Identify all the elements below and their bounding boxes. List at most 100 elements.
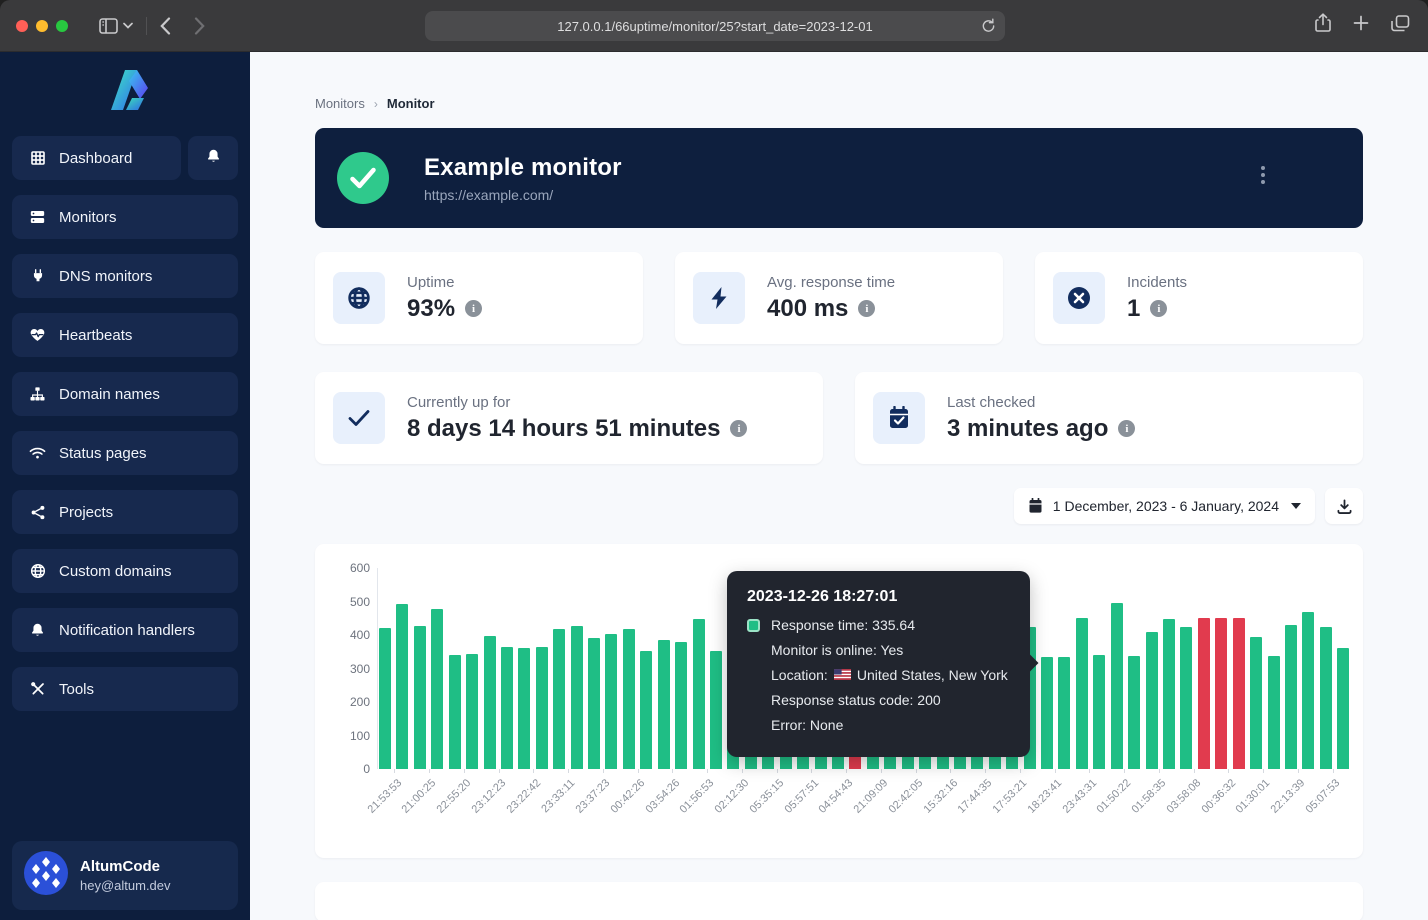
sidebar-item-domain-names[interactable]: Domain names	[12, 372, 238, 416]
bar-down[interactable]	[1233, 618, 1245, 769]
bar-up[interactable]	[1163, 619, 1175, 769]
sidebar-item-notification-handlers[interactable]: Notification handlers	[12, 608, 238, 652]
info-icon[interactable]: i	[1150, 300, 1167, 317]
sidebar-item-dashboard[interactable]: Dashboard	[12, 136, 181, 180]
info-icon[interactable]: i	[465, 300, 482, 317]
share-icon[interactable]	[1315, 13, 1331, 38]
status-up-icon	[337, 152, 389, 204]
bar-up[interactable]	[571, 626, 583, 769]
bar-down[interactable]	[1198, 618, 1210, 769]
response-time-chart: 0100200300400500600 21:53:5321:00:2522:5…	[315, 544, 1363, 858]
sidebar-item-tools[interactable]: Tools	[12, 667, 238, 711]
bar-up[interactable]	[484, 636, 496, 769]
download-button[interactable]	[1325, 488, 1363, 524]
new-tab-icon[interactable]	[1353, 15, 1369, 36]
address-bar[interactable]: 127.0.0.1/66uptime/monitor/25?start_date…	[425, 11, 1005, 41]
reload-icon[interactable]	[981, 18, 996, 37]
bar-up[interactable]	[431, 609, 443, 769]
user-card[interactable]: AltumCode hey@altum.dev	[12, 841, 238, 910]
bar-up[interactable]	[1337, 648, 1349, 769]
bell-icon	[206, 148, 221, 168]
back-icon[interactable]	[160, 17, 171, 35]
bar-down[interactable]	[1215, 618, 1227, 769]
last-checked-card: Last checked 3 minutes ago i	[855, 372, 1363, 464]
chart-tooltip: 2023-12-26 18:27:01 Response time: 335.6…	[727, 571, 1030, 757]
tooltip-online: Monitor is online: Yes	[771, 642, 903, 658]
bar-up[interactable]	[1111, 603, 1123, 769]
sidebar-item-projects[interactable]: Projects	[12, 490, 238, 534]
user-email: hey@altum.dev	[80, 878, 171, 893]
x-axis-tick: 05:07:53	[1316, 769, 1351, 839]
bar-up[interactable]	[536, 647, 548, 769]
calendar-check-icon	[873, 392, 925, 444]
zoom-window-button[interactable]	[56, 20, 68, 32]
bar-up[interactable]	[1180, 627, 1192, 769]
bar-up[interactable]	[553, 629, 565, 769]
bar-up[interactable]	[1128, 656, 1140, 769]
heart-pulse-icon	[29, 327, 46, 343]
tooltip-error: Error: None	[771, 717, 843, 733]
bar-up[interactable]	[414, 626, 426, 769]
bar-up[interactable]	[605, 634, 617, 769]
chevron-down-icon[interactable]	[123, 22, 133, 29]
sidebar-item-status-pages[interactable]: Status pages	[12, 431, 238, 475]
y-axis-tick: 400	[332, 628, 370, 642]
bar-up[interactable]	[640, 651, 652, 769]
info-icon[interactable]: i	[1118, 420, 1135, 437]
stat-value: 1	[1127, 295, 1140, 323]
bar-up[interactable]	[1076, 618, 1088, 769]
bar-up[interactable]	[693, 619, 705, 769]
brand-logo[interactable]	[101, 68, 149, 117]
download-icon	[1337, 499, 1352, 514]
breadcrumb-monitors-link[interactable]: Monitors	[315, 96, 365, 111]
bar-up[interactable]	[623, 629, 635, 769]
info-icon[interactable]: i	[858, 300, 875, 317]
bar-up[interactable]	[518, 648, 530, 769]
bar-up[interactable]	[1058, 657, 1070, 769]
sidebar-item-dns-monitors[interactable]: DNS monitors	[12, 254, 238, 298]
tooltip-response-time: Response time: 335.64	[771, 617, 915, 633]
bar-up[interactable]	[1320, 627, 1332, 769]
wifi-icon	[29, 446, 46, 460]
forward-icon[interactable]	[194, 17, 205, 35]
bar-up[interactable]	[1268, 656, 1280, 769]
bar-up[interactable]	[1093, 655, 1105, 769]
sidebar-toggle-icon[interactable]	[99, 18, 118, 34]
bar-up[interactable]	[1250, 637, 1262, 769]
window-controls[interactable]	[16, 20, 68, 32]
bar-up[interactable]	[449, 655, 461, 769]
y-axis-tick: 200	[332, 695, 370, 709]
bar-up[interactable]	[588, 638, 600, 769]
bar-up[interactable]	[466, 654, 478, 769]
globe-icon	[333, 272, 385, 324]
globe-icon	[29, 563, 46, 579]
bar-up[interactable]	[1302, 612, 1314, 769]
bar-up[interactable]	[658, 640, 670, 769]
bar-up[interactable]	[1041, 657, 1053, 769]
sidebar-item-heartbeats[interactable]: Heartbeats	[12, 313, 238, 357]
info-icon[interactable]: i	[730, 420, 747, 437]
bar-up[interactable]	[1285, 625, 1297, 769]
notifications-button[interactable]	[188, 136, 238, 180]
monitor-menu-kebab-icon[interactable]	[1261, 166, 1265, 184]
bar-up[interactable]	[710, 651, 722, 769]
close-window-button[interactable]	[16, 20, 28, 32]
sitemap-icon	[29, 386, 46, 402]
minimize-window-button[interactable]	[36, 20, 48, 32]
avatar	[24, 851, 68, 900]
tab-overview-icon[interactable]	[1391, 15, 1410, 37]
y-axis-tick: 100	[332, 729, 370, 743]
bar-up[interactable]	[675, 642, 687, 769]
sidebar-item-monitors[interactable]: Monitors	[12, 195, 238, 239]
stat-value: 8 days 14 hours 51 minutes	[407, 415, 720, 443]
bar-up[interactable]	[396, 604, 408, 769]
user-name: AltumCode	[80, 858, 171, 875]
bar-up[interactable]	[1146, 632, 1158, 769]
bar-up[interactable]	[379, 628, 391, 769]
uptime-card: Uptime 93% i	[315, 252, 643, 344]
bar-up[interactable]	[501, 647, 513, 769]
breadcrumb-current: Monitor	[387, 96, 435, 111]
sidebar-item-custom-domains[interactable]: Custom domains	[12, 549, 238, 593]
monitor-url[interactable]: https://example.com/	[424, 187, 622, 203]
date-range-picker[interactable]: 1 December, 2023 - 6 January, 2024	[1014, 488, 1315, 524]
